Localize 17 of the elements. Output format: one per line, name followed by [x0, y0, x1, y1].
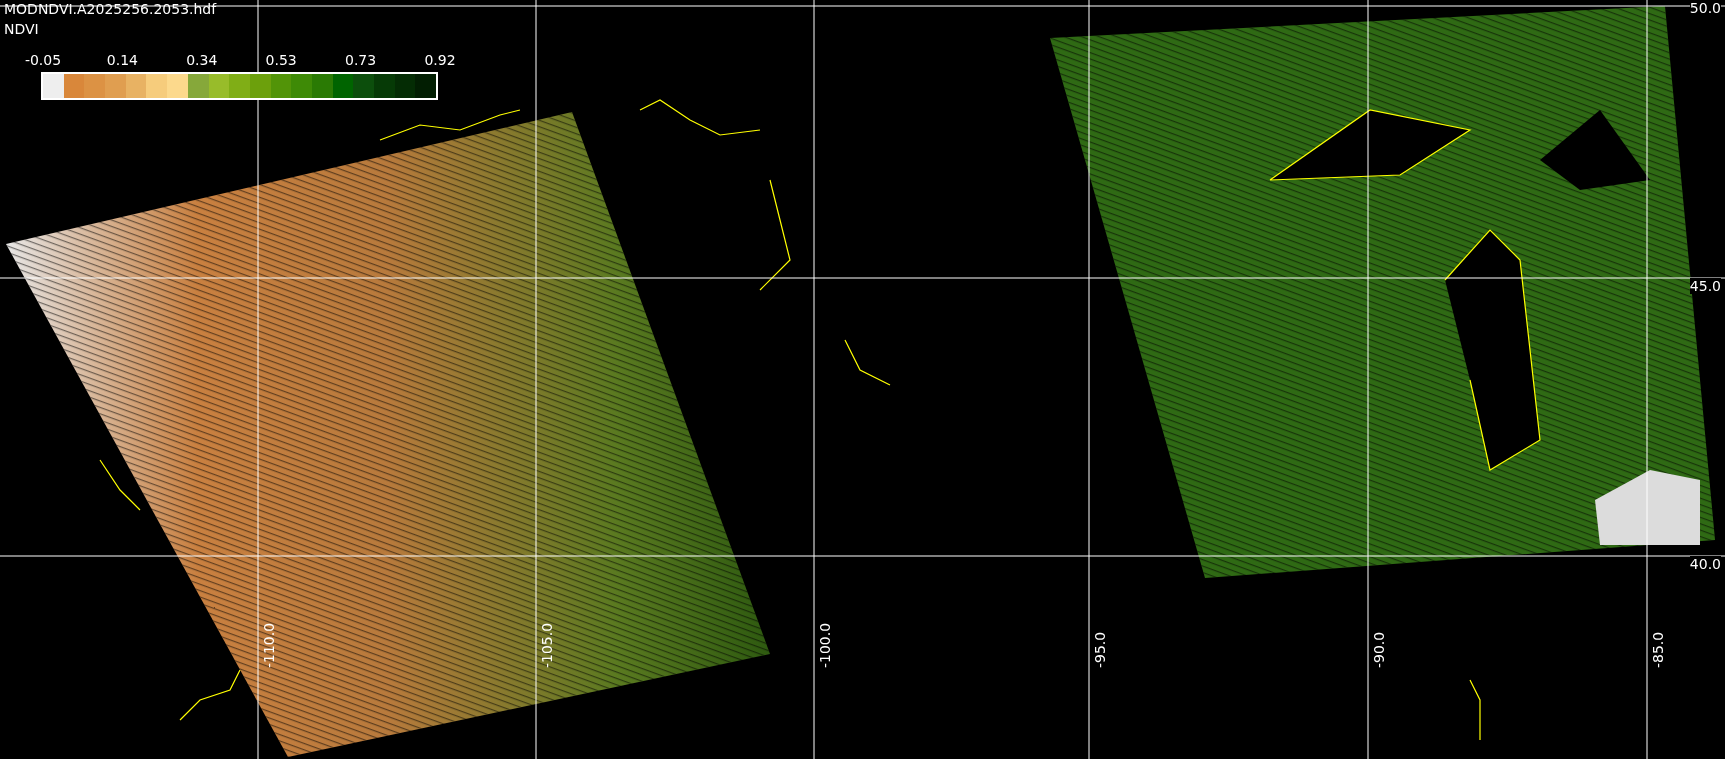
longitude-label: -100.0: [817, 622, 833, 668]
legend-tick-label: 0.14: [106, 52, 138, 68]
longitude-label: -90.0: [1371, 631, 1387, 668]
latitude-label: 40.0: [1689, 556, 1721, 572]
legend-tick-label: 0.92: [424, 52, 456, 68]
longitude-label: -95.0: [1092, 631, 1108, 668]
legend-tick-label: 0.53: [265, 52, 297, 68]
latitude-label: 45.0: [1689, 278, 1721, 294]
file-name: MODNDVI.A2025256.2053.hdf: [4, 0, 217, 18]
latitude-label: 50.0: [1689, 0, 1721, 16]
legend-tick-label: 0.34: [186, 52, 218, 68]
legend-tick-label: 0.73: [345, 52, 377, 68]
variable-name: NDVI: [4, 20, 40, 38]
legend-tick-label: -0.05: [24, 52, 62, 68]
longitude-label: -85.0: [1650, 631, 1666, 668]
longitude-label: -110.0: [261, 622, 277, 668]
longitude-label: -105.0: [539, 622, 555, 668]
